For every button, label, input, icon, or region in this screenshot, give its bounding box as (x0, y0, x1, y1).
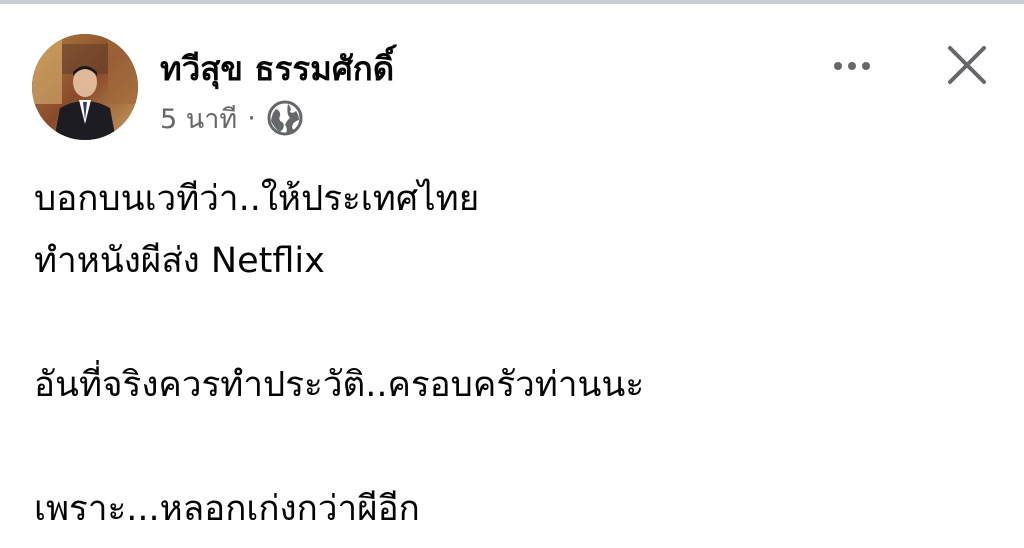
post-timestamp[interactable]: 5 นาที (160, 97, 237, 140)
more-dot (862, 62, 870, 70)
post-blank-line (34, 416, 994, 478)
post-header: ทวีสุข ธรรมศักดิ์ 5 นาที · (32, 34, 992, 142)
meta-separator: · (247, 102, 256, 134)
globe-icon (267, 100, 303, 136)
avatar-photo (32, 34, 138, 140)
top-divider (0, 0, 1024, 4)
post-line: เพราะ...หลอกเก่งกว่าผีอีก (34, 489, 420, 529)
post-line: ทำหนังผีส่ง Netflix (34, 241, 325, 281)
author-name[interactable]: ทวีสุข ธรรมศักดิ์ (160, 42, 394, 95)
post-meta: 5 นาที · (160, 98, 304, 138)
more-dot (834, 62, 842, 70)
post-line: อันที่จริงควรทำประวัติ..ครอบครัวท่านนะ (34, 365, 645, 405)
post-blank-line (34, 292, 994, 354)
post-line: บอกบนเวทีว่า..ให้ประเทศไทย (34, 179, 480, 219)
more-options-button[interactable] (822, 46, 882, 86)
post-text: บอกบนเวทีว่า..ให้ประเทศไทย ทำหนังผีส่ง N… (34, 168, 994, 540)
close-icon[interactable] (942, 40, 992, 90)
avatar[interactable] (32, 34, 138, 140)
more-dot (848, 62, 856, 70)
